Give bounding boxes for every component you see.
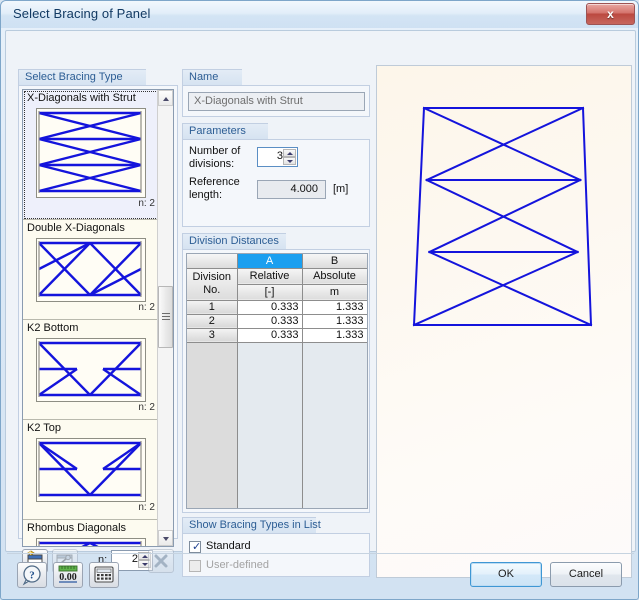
select-bracing-type-body: X-Diagonals with Strut n: 2 Double X-Dia… bbox=[18, 85, 178, 573]
col-letter-a[interactable]: A bbox=[237, 254, 303, 269]
col-unit-relative: [-] bbox=[237, 284, 303, 301]
units-button[interactable]: 0.00 bbox=[53, 562, 83, 588]
list-item-count: n: 2 bbox=[138, 502, 155, 513]
table-header-row: Division No. Relative Absolute bbox=[187, 268, 367, 301]
name-group: Name X-Diagonals with Strut bbox=[182, 69, 370, 117]
bracing-preview bbox=[376, 65, 632, 578]
close-icon: x bbox=[607, 7, 614, 21]
x-diagonals-with-strut-icon bbox=[36, 108, 146, 198]
scrollbar-thumb[interactable] bbox=[158, 286, 173, 348]
table-empty-area bbox=[187, 342, 367, 508]
parameters-group: Parameters Number of divisions: 3 Referen… bbox=[182, 123, 370, 227]
svg-text:0.00: 0.00 bbox=[59, 572, 77, 583]
division-distances-group: Division Distances A B Division No. Rela… bbox=[182, 233, 370, 513]
svg-text:?: ? bbox=[29, 570, 35, 582]
dialog-bottom-bar: ? 0.00 OK Cancel bbox=[1, 554, 638, 599]
divisions-stepper[interactable]: 3 bbox=[257, 147, 298, 167]
divisions-label: Number of divisions: bbox=[189, 145, 241, 170]
list-item[interactable]: K2 Bottom n: 2 bbox=[23, 320, 159, 420]
dialog-window: Select Bracing of Panel x Select Bracing… bbox=[0, 0, 639, 600]
k2-top-icon bbox=[36, 438, 146, 502]
select-bracing-type-title: Select Bracing Type bbox=[18, 69, 146, 85]
name-group-title: Name bbox=[182, 69, 242, 85]
col-title-relative: Relative bbox=[237, 268, 303, 285]
list-item-label: K2 Top bbox=[27, 422, 62, 434]
division-distances-table[interactable]: A B DivisionNo. Relative Absolute [-] m bbox=[186, 253, 368, 509]
reference-length-field[interactable]: 4.000 bbox=[257, 180, 326, 199]
show-bracing-types-title: Show Bracing Types in List bbox=[182, 517, 321, 533]
col-title-absolute: Absolute bbox=[302, 268, 367, 285]
table-row[interactable]: 1 0.333 1.333 bbox=[187, 300, 367, 315]
cell-relative[interactable]: 0.333 bbox=[237, 300, 303, 315]
list-item[interactable]: K2 Top n: 2 bbox=[23, 420, 159, 520]
table-row[interactable]: 2 0.333 1.333 bbox=[187, 314, 367, 329]
row-number: 3 bbox=[187, 328, 238, 343]
bracing-type-scrollport: X-Diagonals with Strut n: 2 Double X-Dia… bbox=[23, 90, 159, 546]
cell-absolute[interactable]: 1.333 bbox=[302, 300, 367, 315]
stepper-down-icon[interactable] bbox=[283, 157, 296, 165]
row-number: 2 bbox=[187, 314, 238, 329]
parameters-group-body: Number of divisions: 3 Reference length: 4… bbox=[182, 139, 370, 227]
table-row[interactable]: 3 0.333 1.333 bbox=[187, 328, 367, 343]
list-item-label: Rhombus Diagonals bbox=[27, 522, 127, 534]
stepper-up-icon[interactable] bbox=[283, 149, 296, 157]
parameters-group-title: Parameters bbox=[182, 123, 268, 139]
cell-absolute[interactable]: 1.333 bbox=[302, 314, 367, 329]
bracing-type-listbox[interactable]: X-Diagonals with Strut n: 2 Double X-Dia… bbox=[22, 89, 174, 547]
window-title: Select Bracing of Panel bbox=[13, 6, 151, 21]
double-x-diagonals-icon bbox=[36, 238, 146, 302]
cell-relative[interactable]: 0.333 bbox=[237, 314, 303, 329]
reference-length-label: Reference length: bbox=[189, 176, 240, 201]
list-item[interactable]: Double X-Diagonals n: 2 bbox=[23, 220, 159, 320]
list-item[interactable]: Rhombus Diagonals bbox=[23, 520, 159, 546]
cell-relative[interactable]: 0.333 bbox=[237, 328, 303, 343]
rhombus-diagonals-icon bbox=[36, 538, 146, 546]
name-group-body: X-Diagonals with Strut bbox=[182, 85, 370, 117]
scroll-up-icon[interactable] bbox=[158, 90, 173, 106]
list-item-count: n: 2 bbox=[138, 402, 155, 413]
dialog-client-area: Select Bracing Type X-Diagonals with Str… bbox=[5, 30, 636, 578]
list-item-label: Double X-Diagonals bbox=[27, 222, 125, 234]
col-unit-absolute: m bbox=[302, 284, 367, 301]
col-title-division-no: Division No. bbox=[187, 268, 238, 301]
list-scrollbar[interactable] bbox=[157, 90, 173, 546]
list-item-label: X-Diagonals with Strut bbox=[27, 92, 136, 104]
title-bar: Select Bracing of Panel x bbox=[1, 1, 638, 28]
select-bracing-type-group: Select Bracing Type X-Diagonals with Str… bbox=[18, 69, 178, 573]
division-distances-title: Division Distances bbox=[182, 233, 286, 249]
row-number: 1 bbox=[187, 300, 238, 315]
calculator-button[interactable] bbox=[89, 562, 119, 588]
col-letter-blank bbox=[187, 254, 238, 269]
list-item[interactable]: X-Diagonals with Strut n: 2 bbox=[23, 90, 159, 220]
cancel-button[interactable]: Cancel bbox=[550, 562, 622, 587]
cell-absolute[interactable]: 1.333 bbox=[302, 328, 367, 343]
col-letter-b[interactable]: B bbox=[302, 254, 367, 269]
bracing-preview-drawing bbox=[412, 106, 593, 327]
name-field[interactable]: X-Diagonals with Strut bbox=[188, 92, 365, 111]
list-item-count: n: 2 bbox=[138, 198, 155, 209]
scroll-down-icon[interactable] bbox=[158, 530, 173, 546]
division-distances-body: A B DivisionNo. Relative Absolute [-] m bbox=[182, 249, 370, 513]
list-item-label: K2 Bottom bbox=[27, 322, 79, 334]
close-button[interactable]: x bbox=[586, 3, 635, 25]
table-col-letters-row: A B bbox=[187, 254, 367, 269]
reference-length-unit: [m] bbox=[333, 183, 349, 195]
checkbox-label: Standard bbox=[206, 540, 251, 552]
checkbox-box[interactable]: ✓ bbox=[189, 541, 201, 553]
k2-bottom-icon bbox=[36, 338, 146, 402]
ok-button[interactable]: OK bbox=[470, 562, 542, 587]
help-button[interactable]: ? bbox=[17, 562, 47, 588]
divisions-value: 3 bbox=[276, 150, 283, 162]
list-item-count: n: 2 bbox=[138, 302, 155, 313]
check-icon: ✓ bbox=[192, 541, 202, 553]
